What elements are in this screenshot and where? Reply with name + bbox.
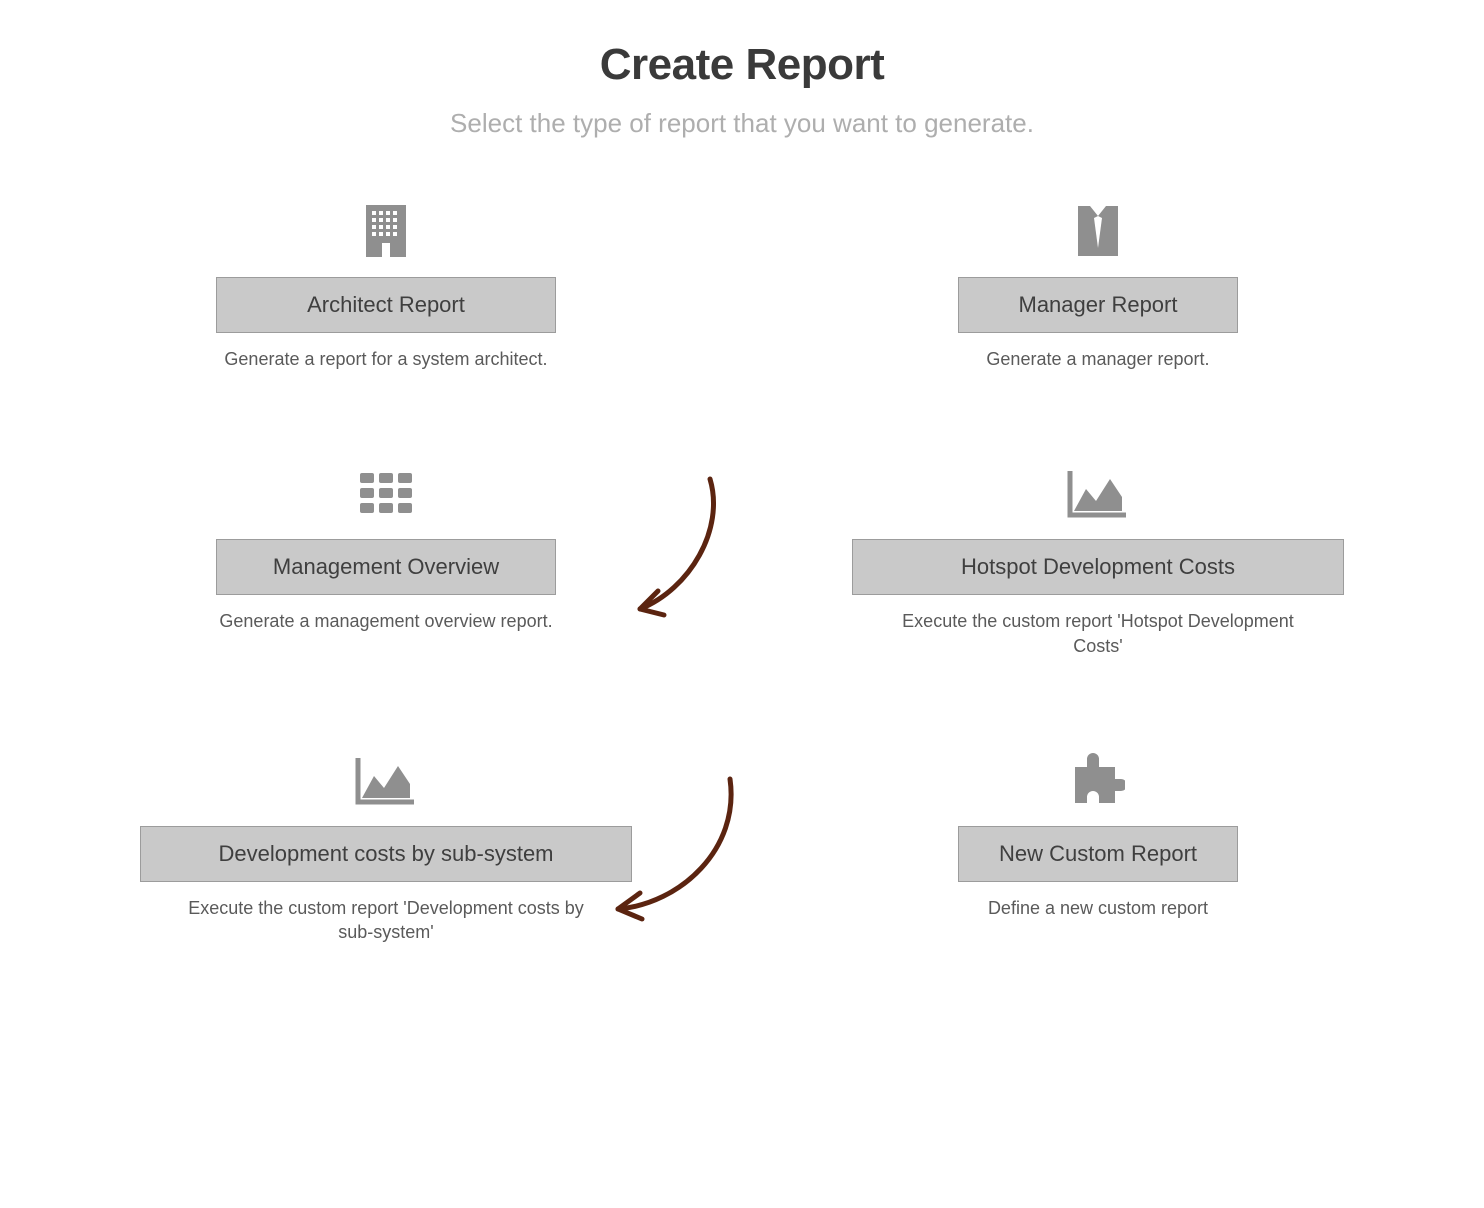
architect-report-description: Generate a report for a system architect… <box>224 347 547 371</box>
hotspot-dev-costs-description: Execute the custom report 'Hotspot Devel… <box>888 609 1308 658</box>
card-dev-costs-subsystem: Development costs by sub-system Execute … <box>140 748 632 945</box>
area-chart-icon <box>354 748 418 812</box>
card-hotspot-dev-costs: Hotspot Development Costs Execute the cu… <box>852 461 1344 658</box>
new-custom-report-description: Define a new custom report <box>988 896 1208 920</box>
manager-report-button[interactable]: Manager Report <box>958 277 1238 333</box>
area-chart-icon <box>1066 461 1130 525</box>
dev-costs-subsystem-description: Execute the custom report 'Development c… <box>176 896 596 945</box>
create-report-page: Create Report Select the type of report … <box>0 0 1484 984</box>
page-subtitle: Select the type of report that you want … <box>60 108 1424 139</box>
new-custom-report-button[interactable]: New Custom Report <box>958 826 1238 882</box>
management-overview-description: Generate a management overview report. <box>219 609 552 633</box>
manager-report-description: Generate a manager report. <box>986 347 1209 371</box>
card-management-overview: Management Overview Generate a managemen… <box>140 461 632 658</box>
card-new-custom-report: New Custom Report Define a new custom re… <box>852 748 1344 945</box>
building-icon <box>364 199 408 263</box>
annotation-arrow-icon <box>620 469 740 629</box>
page-header: Create Report Select the type of report … <box>60 40 1424 139</box>
card-manager-report: Manager Report Generate a manager report… <box>852 199 1344 371</box>
dev-costs-subsystem-button[interactable]: Development costs by sub-system <box>140 826 632 882</box>
page-title: Create Report <box>60 40 1424 90</box>
puzzle-icon <box>1071 748 1125 812</box>
report-card-grid: Architect Report Generate a report for a… <box>60 199 1424 944</box>
grid-icon <box>358 461 414 525</box>
architect-report-button[interactable]: Architect Report <box>216 277 556 333</box>
card-architect-report: Architect Report Generate a report for a… <box>140 199 632 371</box>
management-overview-button[interactable]: Management Overview <box>216 539 556 595</box>
hotspot-dev-costs-button[interactable]: Hotspot Development Costs <box>852 539 1344 595</box>
tie-icon <box>1076 199 1120 263</box>
